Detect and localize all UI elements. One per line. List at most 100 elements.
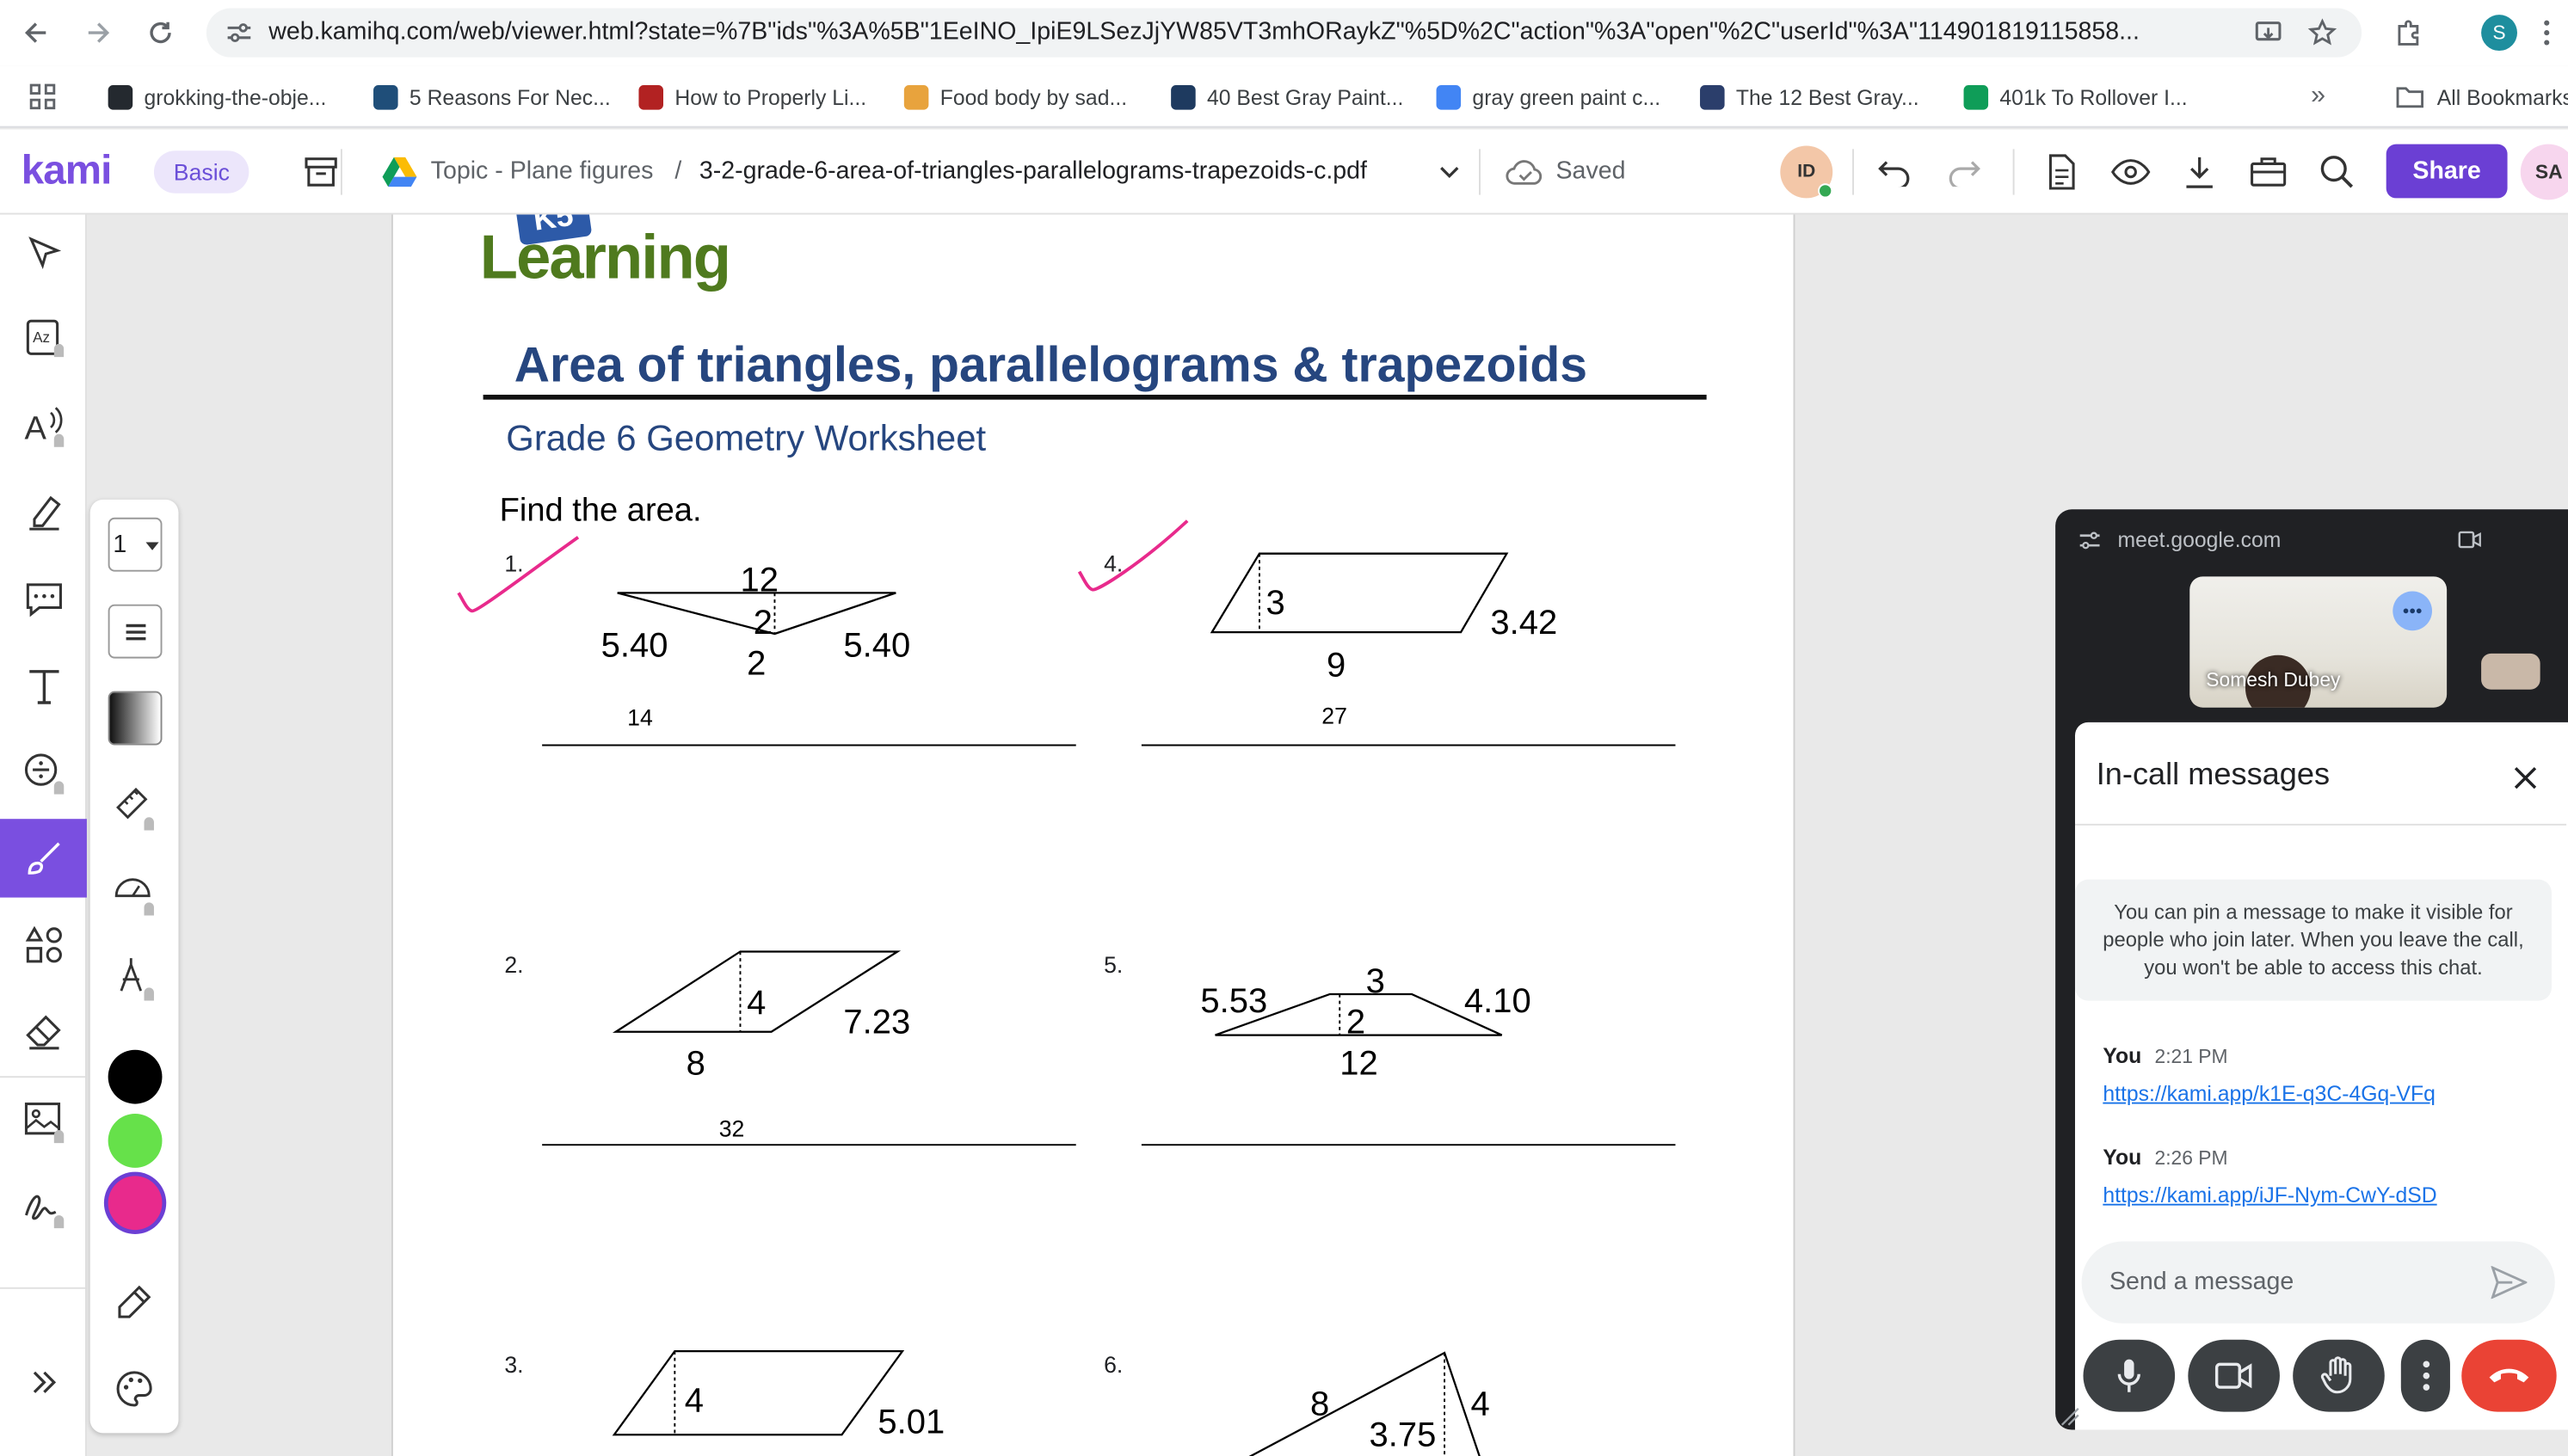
bookmark-item[interactable]: 5 Reasons For Nec... [373,80,611,113]
eye-icon [2111,159,2151,185]
color-swatch-green[interactable] [108,1113,163,1168]
message-link[interactable]: https://kami.app/iJF-Nym-CwY-dSD [2103,1183,2436,1207]
dimension-label: 2 [753,604,773,642]
extensions-button[interactable] [2388,11,2430,54]
text-tool[interactable] [0,647,87,725]
opacity-button[interactable] [108,691,163,746]
file-name[interactable]: 3-2-grade-6-area-of-triangles-parallelog… [699,157,1367,185]
ruler-tool[interactable] [90,778,179,838]
reload-button[interactable] [139,11,182,54]
bookmark-item[interactable]: Food body by sad... [903,80,1128,113]
bookmark-item[interactable]: grokking-the-obje... [108,80,327,113]
bookmark-item[interactable]: The 12 Best Gray... [1700,80,1919,113]
close-icon[interactable] [2512,765,2538,790]
dimension-label: 5.40 [843,627,911,666]
palette-button[interactable] [90,1360,179,1419]
comment-tool[interactable] [0,560,87,638]
problem-number: 1. [504,550,524,577]
resize-grip-icon[interactable] [2060,1407,2080,1427]
redo-button[interactable] [1941,149,1986,194]
answer-text[interactable]: 14 [627,704,653,730]
protractor-icon [114,878,154,916]
image-tool[interactable] [0,1083,87,1161]
bookmark-item[interactable]: 40 Best Gray Paint... [1171,80,1403,113]
back-button[interactable] [15,11,57,54]
bookmark-item[interactable]: 401k To Rollover I... [1963,80,2188,113]
svg-text:Az: Az [32,329,49,346]
more-vertical-icon [2422,1361,2429,1391]
bookmarks-overflow-icon[interactable]: » [2311,82,2325,111]
problem-number: 4. [1104,550,1124,577]
view-button[interactable] [2108,149,2153,194]
share-button[interactable]: Share [2386,144,2508,199]
kami-toolbar: kami Basic Topic - Plane figures / 3-2-g… [0,129,2568,215]
stroke-size-select[interactable]: 1 [108,517,163,572]
message-header: You 2:26 PM [2103,1145,2227,1170]
message-header: You 2:21 PM [2103,1043,2227,1068]
kami-logo[interactable]: kami [22,147,113,194]
breadcrumb-folder[interactable]: Topic - Plane figures [431,157,654,185]
camera-small-icon[interactable] [2458,531,2481,549]
download-button[interactable] [2177,149,2222,194]
signature-tool[interactable] [0,1168,87,1246]
message-link[interactable]: https://kami.app/k1E-q3C-4Gq-VFq [2103,1081,2436,1106]
forward-button[interactable] [77,11,119,54]
color-swatch-black[interactable] [108,1049,163,1104]
shapes-tool[interactable] [0,906,87,984]
participant-name: Somesh Dubey [2206,667,2341,691]
dictionary-icon: Az [25,319,64,358]
send-icon[interactable] [2491,1266,2528,1299]
custom-color-picker[interactable] [90,1273,179,1332]
browser-menu-button[interactable] [2526,11,2568,54]
answer-text[interactable]: 32 [719,1115,745,1141]
color-swatch-pink[interactable] [108,1176,163,1231]
compass-tool[interactable] [90,949,179,1008]
document-button[interactable] [2039,149,2085,194]
apps-grid-icon[interactable] [28,82,57,111]
archive-button[interactable] [298,149,343,194]
all-bookmarks-folder[interactable]: All Bookmarks [2396,80,2568,113]
bookmark-label: Food body by sad... [939,84,1128,109]
leave-call-button[interactable] [2461,1339,2557,1412]
bookmark-favicon-icon [903,84,929,109]
eraser-tool[interactable] [0,992,87,1071]
bookmark-item[interactable]: How to Properly Li... [638,80,866,113]
drawing-tool[interactable] [0,819,87,898]
more-options-button[interactable] [2400,1339,2450,1412]
equation-tool[interactable] [0,734,87,812]
profile-avatar[interactable]: S [2481,15,2517,52]
protractor-tool[interactable] [90,863,179,923]
participant-tile[interactable]: Somesh Dubey [2189,576,2448,708]
bookmark-favicon-icon [1963,84,1989,109]
message-input[interactable]: Send a message [2081,1241,2555,1324]
address-bar[interactable]: web.kamihq.com/web/viewer.html?state=%7B… [206,8,2362,58]
microphone-button[interactable] [2083,1339,2176,1412]
pdf-page[interactable]: K5 Learning Area of triangles, parallelo… [391,214,1795,1456]
plan-badge[interactable]: Basic [153,151,249,194]
select-tool[interactable] [0,214,87,292]
toolkit-button[interactable] [2245,149,2291,194]
message-sender: You [2103,1043,2142,1068]
highlighter-tool[interactable] [0,473,87,551]
bookmark-item[interactable]: gray green paint c... [1436,80,1660,113]
install-app-button[interactable] [2247,11,2289,54]
dimension-label: 8 [686,1045,705,1083]
participant-options-button[interactable] [2392,591,2432,631]
user-avatar[interactable]: ID [1780,145,1833,199]
expand-sidebar-button[interactable] [0,1343,87,1422]
filename-dropdown-button[interactable] [1426,149,1472,194]
dictionary-tool[interactable]: Az [0,300,87,378]
undo-icon [1878,161,1910,187]
search-button[interactable] [2314,149,2360,194]
line-style-button[interactable] [108,604,163,659]
text-to-speech-tool[interactable]: A [0,386,87,464]
raise-hand-button[interactable] [2293,1339,2385,1412]
account-avatar[interactable]: SA [2520,144,2568,200]
undo-button[interactable] [1872,149,1918,194]
puzzle-icon [2398,20,2419,46]
camera-button[interactable] [2188,1339,2280,1412]
self-view-tile[interactable] [2481,653,2540,690]
dimension-label: 5.53 [1200,982,1268,1021]
answer-text[interactable]: 27 [1321,703,1347,728]
bookmark-star-button[interactable] [2301,11,2343,54]
